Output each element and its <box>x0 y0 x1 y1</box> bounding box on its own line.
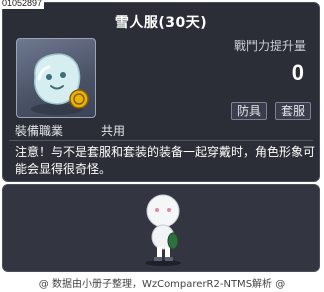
armor-tag: 防具 <box>231 102 268 120</box>
character-preview <box>2 184 320 272</box>
snowman-suit-icon <box>31 53 89 115</box>
suit-tag: 套服 <box>275 102 312 120</box>
divider <box>9 140 313 141</box>
job-label: 裝備職業 <box>15 124 64 138</box>
item-id: 01052897 <box>0 0 45 9</box>
footer-credit: @ 数据由小册子整理，WzComparerR2-NTMS解析 @ <box>38 279 286 290</box>
job-value: 共用 <box>101 124 126 138</box>
character-sprite <box>145 194 181 266</box>
combat-power-label: 戰鬥力提升量 <box>233 39 306 53</box>
item-title: 雪人服(30天) <box>114 15 208 31</box>
item-tooltip: 雪人服(30天) 戰鬥力提升量 0 防具 套服 裝備職業 共用 注意！与不是套服… <box>2 2 320 182</box>
combat-power-value: 0 <box>291 60 304 85</box>
item-icon-frame <box>16 38 96 118</box>
warning-note: 注意！与不是套服和套装的装备一起穿戴时，角色形象可能会显得很奇怪。 <box>15 145 316 176</box>
